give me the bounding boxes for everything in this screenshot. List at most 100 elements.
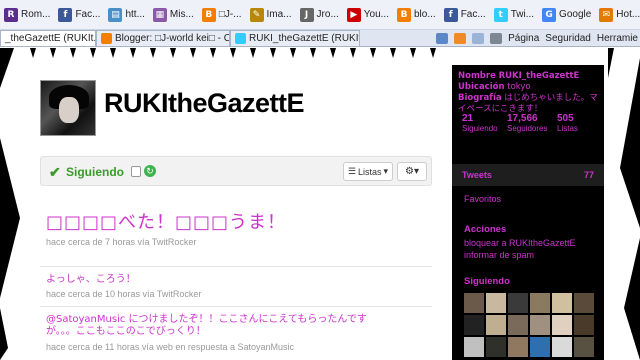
border-spike — [130, 48, 136, 58]
favorite-link[interactable]: ✉ Hot... — [597, 7, 640, 22]
tweet-meta[interactable]: hace cerca de 10 horas vía TwitRocker — [46, 289, 201, 299]
border-spike — [390, 48, 396, 58]
stat-followers[interactable]: 17,566 Seguidores — [507, 113, 557, 133]
facebook-icon: f — [58, 7, 73, 22]
stat-number: 505 — [557, 113, 574, 124]
favorite-link[interactable]: f Fac... — [56, 7, 102, 22]
border-spike — [70, 48, 76, 58]
favorite-link[interactable]: ▤ htt... — [106, 7, 146, 22]
tab-label: Blogger: □J-world kei□ - C... — [115, 33, 230, 44]
favorite-label: htt... — [125, 9, 145, 20]
blogger-icon: B — [397, 7, 411, 22]
following-avatar[interactable] — [464, 293, 484, 313]
tweet-meta[interactable]: hace cerca de 7 horas vía TwitRocker — [46, 237, 196, 247]
following-avatar[interactable] — [552, 337, 572, 357]
following-avatar[interactable] — [508, 337, 528, 357]
following-avatar[interactable] — [574, 315, 594, 335]
following-avatar[interactable] — [552, 293, 572, 313]
favorite-label: Rom... — [21, 9, 51, 20]
favorite-link[interactable]: G Google — [540, 7, 593, 22]
border-spike — [170, 48, 176, 58]
tweet-text: @SatoyanMusic につけましたぞ！！ここさんにこえてもらったんですが。… — [46, 314, 367, 337]
print-icon[interactable] — [490, 32, 503, 44]
report-spam-link[interactable]: informar de spam — [464, 250, 534, 260]
favorite-link[interactable]: B □J-... — [200, 7, 244, 22]
following-avatar[interactable] — [574, 293, 594, 313]
favorites-bar: R Rom... f Fac... ▤ htt... ▦ Mis... B □J-... ✎ Ima.… — [0, 0, 640, 30]
border-spike — [310, 48, 316, 58]
following-avatar[interactable] — [530, 337, 550, 357]
left-background-pattern — [0, 48, 20, 360]
blogger-icon: B — [201, 7, 216, 22]
favorite-link[interactable]: f Fac... — [442, 7, 488, 22]
security-menu[interactable]: Seguridad — [545, 33, 591, 44]
location-label: Ubicación — [458, 82, 505, 92]
retweet-toggle-icon[interactable]: ↻ — [144, 165, 156, 177]
favorite-link[interactable]: Bblo... — [395, 7, 438, 22]
home-icon[interactable] — [436, 32, 449, 44]
favorite-label: Hot... — [616, 9, 640, 20]
border-spike — [110, 48, 116, 58]
hotmail-icon: ✉ — [599, 7, 614, 22]
stat-lists[interactable]: 505 Listas — [557, 113, 602, 133]
list-icon: ☰ — [347, 166, 357, 176]
border-spike — [370, 48, 376, 58]
browser-tab[interactable]: Blogger: □J-world kei□ - C... — [96, 30, 230, 46]
border-spike — [230, 48, 236, 58]
favorite-link[interactable]: ▶ You... — [345, 7, 391, 22]
tweet-text: □□□□べた！□□□うま！ — [46, 212, 287, 233]
border-spike — [290, 48, 296, 58]
settings-button[interactable]: ⚙ ▾ — [397, 162, 427, 181]
favorite-link[interactable]: ✎ Ima... — [248, 7, 294, 22]
following-avatar[interactable] — [486, 315, 506, 335]
profile-username: RUKItheGazettE — [104, 88, 305, 118]
tab-label: RUKI_theGazettE (RUKIthe... — [249, 33, 359, 44]
sidebar-item-favorites[interactable]: Favoritos — [464, 194, 501, 204]
sidebar-item-tweets[interactable]: Tweets 77 — [452, 164, 604, 186]
following-avatar[interactable] — [574, 337, 594, 357]
image-icon: ▦ — [152, 7, 167, 22]
favorite-label: blo... — [414, 9, 436, 20]
bio-label: Biografía — [458, 93, 502, 103]
block-user-link[interactable]: bloquear a RUKItheGazettE — [464, 238, 576, 248]
feeds-icon[interactable] — [454, 32, 467, 44]
following-avatar[interactable] — [464, 337, 484, 357]
rom-icon: R — [4, 7, 18, 22]
tweet-text: よっしゃ、ころう！ — [46, 274, 136, 285]
border-spike — [430, 48, 436, 58]
following-avatar[interactable] — [508, 293, 528, 313]
twitter-icon — [235, 33, 246, 44]
border-spike — [410, 48, 416, 58]
following-avatar[interactable] — [464, 315, 484, 335]
lists-button[interactable]: ☰ Listas ▾ — [343, 162, 393, 181]
mail-icon[interactable] — [472, 32, 485, 44]
favorite-link[interactable]: J Jro... — [298, 7, 341, 22]
browser-tab[interactable]: _theGazettE (RUKIt... — [0, 30, 96, 46]
favorite-link[interactable]: R Rom... — [2, 7, 52, 22]
border-spike — [210, 48, 216, 58]
favorite-link[interactable]: t Twi... — [492, 7, 536, 22]
check-icon: ✔ — [49, 164, 61, 180]
avatar[interactable] — [40, 80, 96, 136]
favorite-label: Fac... — [460, 9, 486, 20]
stat-following[interactable]: 21 Siguiendo — [462, 113, 507, 133]
favorite-link[interactable]: ▦ Mis... — [151, 7, 196, 22]
border-spike — [270, 48, 276, 58]
page-menu[interactable]: Página — [508, 33, 539, 44]
browser-tab[interactable]: RUKI_theGazettE (RUKIthe... — [230, 30, 360, 46]
following-avatar[interactable] — [530, 293, 550, 313]
device-notify-icon[interactable] — [131, 166, 141, 177]
tweet-meta[interactable]: hace cerca de 11 horas vía web en respue… — [46, 342, 294, 352]
following-avatar[interactable] — [486, 293, 506, 313]
tools-menu[interactable]: Herramie — [597, 33, 638, 44]
following-button[interactable]: Siguiendo — [66, 165, 124, 179]
following-avatar[interactable] — [552, 315, 572, 335]
following-avatar[interactable] — [486, 337, 506, 357]
favorite-label: Ima... — [266, 9, 292, 20]
following-avatar[interactable] — [508, 315, 528, 335]
border-spike — [250, 48, 256, 58]
following-avatar[interactable] — [530, 315, 550, 335]
twitter-profile-page: RUKItheGazettE ✔ Siguiendo ↻ ☰ Listas ▾ … — [0, 48, 640, 360]
border-spike — [50, 48, 56, 58]
favorite-label: Fac... — [75, 9, 101, 20]
